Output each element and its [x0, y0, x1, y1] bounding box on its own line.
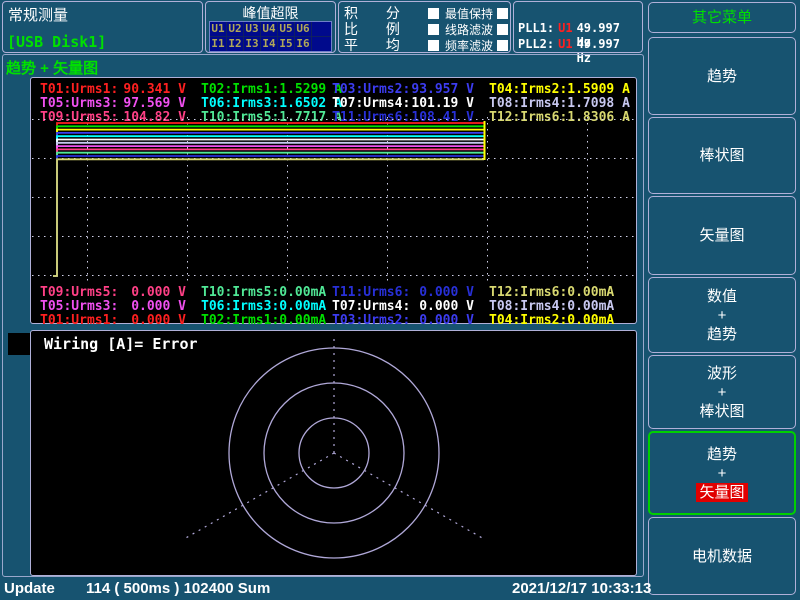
toggle-max-hold: 最值保持: [445, 5, 508, 21]
ratio-checkbox[interactable]: [428, 24, 439, 35]
view-title: 趋势 + 矢量图: [6, 57, 98, 78]
integral-checkbox[interactable]: [428, 8, 439, 19]
usb-disk-label: [USB Disk1]: [7, 33, 106, 51]
line-filter-checkbox[interactable]: [497, 24, 508, 35]
readout-b-t03: T03:Urms2:0.000 V: [332, 313, 489, 327]
peak-cell-u3: U3: [244, 22, 260, 36]
readout-b-t01: T01:Urms1:0.000 V: [40, 313, 201, 327]
peak-cell-u1: U1: [210, 22, 226, 36]
vector-panel: Wiring [A]= Error: [30, 330, 637, 576]
peak-cell-i6: I6: [295, 37, 311, 51]
average-checkbox[interactable]: [428, 40, 439, 51]
peak-cell-u2: U2: [227, 22, 243, 36]
peak-over-limit-title: 峰值超限: [206, 3, 335, 23]
trend-panel: T01:Urms1:90.341 V T02:Irms1:1.5299 A T0…: [30, 77, 637, 324]
toggle-max-hold-label: 最值保持: [445, 5, 493, 22]
peak-over-limit-grid: U1 U2 U3 U4 U5 U6 I1 I2 I3 I4 I5 I6: [209, 21, 332, 52]
readout-t02: T02:Irms1:1.5299 A: [201, 82, 332, 96]
sidebar-item-trend[interactable]: 趋势: [648, 37, 796, 115]
readout-b-t09: T09:Urms5:0.000 V: [40, 285, 201, 299]
trend-chart-svg: [32, 117, 635, 281]
update-info: 114 ( 500ms ) 102400 Sum: [86, 580, 270, 597]
peak-cell-i4: I4: [261, 37, 277, 51]
peak-cell-i2: I2: [227, 37, 243, 51]
readout-t06: T06:Irms3:1.6502 A: [201, 96, 332, 110]
freq-filter-checkbox[interactable]: [497, 40, 508, 51]
peak-cell-u5: U5: [278, 22, 294, 36]
toggle-freq-filter: 频率滤波: [445, 37, 508, 53]
vector-chart-svg: [31, 331, 636, 575]
datetime: 2021/12/17 10:33:13: [512, 580, 651, 597]
readout-t08: T08:Irms4:1.7098 A: [489, 96, 629, 110]
readout-b-t10: T10:Irms5:0.00mA: [201, 285, 332, 299]
sidebar-item-motor-data[interactable]: 电机数据: [648, 517, 796, 595]
selected-view-highlight: 矢量图: [696, 483, 747, 502]
toggle-line-filter: 线路滤波: [445, 21, 508, 37]
peak-cell-u6: U6: [295, 22, 311, 36]
readout-b-t12: T12:Irms6:0.00mA: [489, 285, 629, 299]
readout-t04: T04:Irms2:1.5909 A: [489, 82, 629, 96]
sidebar-item-vector[interactable]: 矢量图: [648, 196, 796, 275]
readout-t03: T03:Urms2:93.957 V: [332, 82, 489, 96]
peak-cell-u4: U4: [261, 22, 277, 36]
toggle-average-label: 平 均: [344, 35, 400, 55]
readout-b-t06: T06:Irms3:0.00mA: [201, 299, 332, 313]
pll-box: PLL1: U1 49.997 Hz PLL2: U1 49.997 Hz: [513, 1, 643, 53]
readout-b-t05: T05:Urms3:0.000 V: [40, 299, 201, 313]
toggle-average: 平 均: [344, 37, 439, 53]
peak-cell-i1: I1: [210, 37, 226, 51]
peak-cell-i5: I5: [278, 37, 294, 51]
measure-mode-box: 常规测量 [USB Disk1]: [2, 1, 203, 53]
readout-b-t11: T11:Urms6:0.000 V: [332, 285, 489, 299]
measure-toggles-box: 积 分 比 例 平 均 最值保持 线路滤波 频率滤波: [338, 1, 511, 53]
readout-t05: T05:Urms3:97.569 V: [40, 96, 201, 110]
peak-cell-i-empty: [312, 37, 331, 51]
trend-traces: [53, 123, 484, 276]
readout-t01: T01:Urms1:90.341 V: [40, 82, 201, 96]
toggle-freq-filter-label: 频率滤波: [445, 37, 493, 54]
toggle-line-filter-label: 线路滤波: [445, 21, 493, 38]
sidebar-item-waveform-bar[interactable]: 波形 + 棒状图: [648, 355, 796, 429]
mode-toggle-group: 积 分 比 例 平 均: [344, 5, 439, 53]
sidebar-item-numeric-trend[interactable]: 数值 + 趋势: [648, 277, 796, 353]
filter-toggle-group: 最值保持 线路滤波 频率滤波: [445, 5, 508, 53]
sidebar-item-bar-graph[interactable]: 棒状图: [648, 117, 796, 194]
peak-over-limit-box: 峰值超限 U1 U2 U3 U4 U5 U6 I1 I2 I3 I4 I5 I6: [205, 1, 336, 53]
readout-b-t08: T08:Irms4:0.00mA: [489, 299, 629, 313]
measure-mode-title: 常规测量: [8, 4, 68, 25]
sidebar-item-trend-vector-selected[interactable]: 趋势 + 矢量图: [648, 431, 796, 515]
peak-cell-u-empty: [312, 22, 331, 36]
wiring-status-marker: [8, 333, 30, 355]
trend-readouts-bottom: T09:Urms5:0.000 V T10:Irms5:0.00mA T11:U…: [40, 285, 629, 327]
readout-b-t02: T02:Irms1:0.00mA: [201, 313, 332, 327]
readout-b-t04: T04:Irms2:0.00mA: [489, 313, 629, 327]
readout-t07: T07:Urms4:101.19 V: [332, 96, 489, 110]
update-label: Update: [4, 580, 55, 597]
peak-cell-i3: I3: [244, 37, 260, 51]
other-menu-button[interactable]: 其它菜单: [648, 2, 796, 33]
readout-b-t07: T07:Urms4:0.000 V: [332, 299, 489, 313]
max-hold-checkbox[interactable]: [497, 8, 508, 19]
